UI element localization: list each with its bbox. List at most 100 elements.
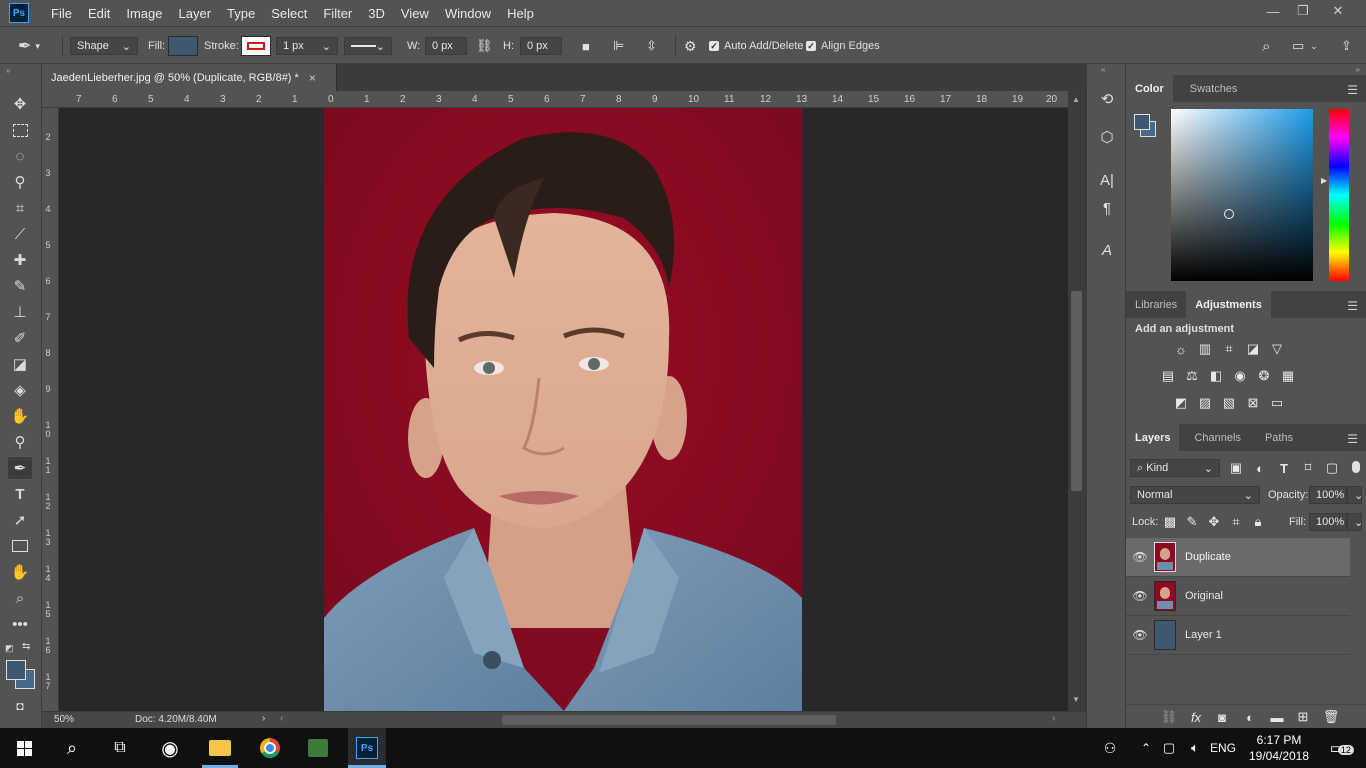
layer-name[interactable]: Layer 1 (1185, 629, 1222, 641)
tab-color[interactable]: Color (1126, 75, 1173, 102)
path-arrangement-icon[interactable]: ⇳ (646, 36, 657, 56)
fill-input[interactable]: 100% (1309, 513, 1347, 531)
fill-dropdown[interactable]: ⌄ (1347, 513, 1363, 531)
blend-mode-select[interactable]: Normal ⌄ (1130, 486, 1260, 504)
healing-brush-tool-icon[interactable]: ✚ (8, 249, 32, 271)
exposure-icon[interactable]: ◪ (1244, 341, 1262, 357)
quick-selection-tool-icon[interactable]: ⚲ (8, 171, 32, 193)
gradient-map-icon[interactable]: ▭ (1268, 395, 1286, 411)
opacity-dropdown[interactable]: ⌄ (1347, 486, 1363, 504)
collapse-icon[interactable]: « (1101, 65, 1105, 74)
tab-swatches[interactable]: Swatches (1181, 75, 1247, 102)
lock-position-icon[interactable]: ✥ (1205, 514, 1223, 530)
layer-filter-kind[interactable]: ⌕ Kind ⌄ (1130, 459, 1220, 477)
history-panel-icon[interactable]: ⟲ (1097, 89, 1117, 109)
opacity-input[interactable]: 100% (1309, 486, 1347, 504)
hue-slider-handle[interactable]: ▶ (1321, 176, 1327, 185)
brush-tool-icon[interactable]: ✎ (8, 275, 32, 297)
invert-icon[interactable]: ◩ (1172, 395, 1190, 411)
menu-image[interactable]: Image (118, 6, 170, 21)
input-language[interactable]: ENG (1208, 728, 1238, 768)
paragraph-panel-icon[interactable]: ¶ (1097, 198, 1117, 218)
lock-pixels-icon[interactable]: ✎ (1183, 514, 1201, 530)
fill-swatch[interactable] (168, 36, 198, 56)
align-edges-checkbox[interactable]: ✓ Align Edges (806, 36, 880, 56)
windows-start-icon[interactable] (8, 728, 40, 768)
zoom-tool-icon[interactable]: ⌕ (8, 587, 32, 609)
visibility-eye-icon[interactable]: 👁︎ (1126, 628, 1154, 642)
panel-menu-icon[interactable]: ☰ (1347, 299, 1358, 313)
panel-menu-icon[interactable]: ☰ (1347, 432, 1358, 446)
threshold-icon[interactable]: ▧ (1220, 395, 1238, 411)
layer-row[interactable]: 👁︎ Duplicate (1126, 538, 1350, 577)
swap-colors-icon[interactable]: ⇆ (22, 641, 30, 652)
menu-filter[interactable]: Filter (315, 6, 360, 21)
search-icon[interactable]: ⌕ (1262, 36, 1270, 56)
photo-filter-icon[interactable]: ◉ (1231, 368, 1249, 384)
task-view-icon[interactable]: ⧉ (104, 728, 136, 768)
hand-tool-icon[interactable]: ✋ (8, 561, 32, 583)
hue-saturation-icon[interactable]: ▤ (1159, 368, 1177, 384)
cortana-icon[interactable]: ◉ (154, 728, 186, 768)
filter-pixel-icon[interactable]: ▣ (1227, 460, 1245, 476)
width-input[interactable]: 0 px (425, 37, 467, 55)
3d-panel-icon[interactable]: ⬡ (1097, 127, 1117, 147)
glyphs-panel-icon[interactable]: A (1097, 240, 1117, 260)
color-balance-icon[interactable]: ⚖ (1183, 368, 1201, 384)
paint-bucket-tool-icon[interactable]: ◈ (8, 379, 32, 401)
menu-edit[interactable]: Edit (80, 6, 118, 21)
color-picker-field[interactable] (1171, 109, 1313, 281)
stroke-swatch[interactable] (241, 36, 271, 56)
show-hidden-icons[interactable]: ⌃ (1138, 728, 1154, 768)
workspace-icon[interactable]: ▭ ⌄ (1292, 36, 1318, 56)
new-group-icon[interactable]: ▬ (1268, 709, 1286, 725)
scroll-right-icon[interactable]: › (1052, 713, 1055, 724)
zoom-level[interactable]: 50% (54, 714, 74, 725)
tab-adjustments[interactable]: Adjustments (1186, 291, 1271, 318)
menu-window[interactable]: Window (437, 6, 499, 21)
marquee-tool-icon[interactable] (8, 119, 32, 141)
document-tab[interactable]: JaedenLieberher.jpg @ 50% (Duplicate, RG… (42, 64, 337, 91)
tab-layers[interactable]: Layers (1126, 424, 1180, 451)
color-fg-swatch[interactable] (1134, 114, 1150, 130)
collapse-icon[interactable]: » (1356, 65, 1360, 74)
scroll-up-icon[interactable]: ▲ (1072, 95, 1080, 104)
stroke-width-select[interactable]: 1 px ⌄ (276, 37, 338, 55)
brightness-contrast-icon[interactable]: ☼ (1172, 341, 1190, 357)
link-layers-icon[interactable]: ⛓ (1160, 709, 1178, 725)
status-menu-icon[interactable]: › (262, 713, 265, 724)
type-tool-icon[interactable]: T (8, 483, 32, 505)
stroke-type-select[interactable]: ⌄ (344, 37, 392, 55)
delete-layer-icon[interactable]: 🗑︎ (1322, 709, 1340, 725)
rectangle-tool-icon[interactable] (8, 535, 32, 557)
tab-paths[interactable]: Paths (1256, 424, 1302, 451)
hue-slider[interactable] (1329, 109, 1349, 281)
black-white-icon[interactable]: ◧ (1207, 368, 1225, 384)
new-adjustment-layer-icon[interactable]: ◐ (1241, 709, 1259, 725)
lock-all-icon[interactable]: 🔒︎ (1249, 514, 1267, 530)
lasso-tool-icon[interactable]: ◌ (8, 145, 32, 167)
layer-row[interactable]: 👁︎ Layer 1 (1126, 616, 1350, 655)
pen-tool-icon[interactable]: ✒ (8, 457, 32, 479)
menu-file[interactable]: File (43, 6, 80, 21)
vibrance-icon[interactable]: ▽ (1268, 341, 1286, 357)
clone-stamp-tool-icon[interactable]: ⊥ (8, 301, 32, 323)
restore-button[interactable]: ❐ (1285, 0, 1321, 22)
scroll-left-icon[interactable]: ‹ (280, 713, 283, 724)
scroll-down-icon[interactable]: ▼ (1072, 695, 1080, 704)
foreground-color-swatch[interactable] (6, 660, 26, 680)
layer-style-icon[interactable]: fx (1187, 709, 1205, 725)
crop-tool-icon[interactable]: ⌗ (8, 197, 32, 219)
eyedropper-tool-icon[interactable]: ⟋ (8, 223, 32, 245)
close-button[interactable]: ✕ (1320, 0, 1356, 22)
dodge-tool-icon[interactable]: ⚲ (8, 431, 32, 453)
menu-view[interactable]: View (393, 6, 437, 21)
menu-3d[interactable]: 3D (360, 6, 393, 21)
add-mask-icon[interactable]: ◙ (1213, 709, 1231, 725)
filter-shape-icon[interactable]: ⌑ (1299, 460, 1317, 476)
tab-channels[interactable]: Channels (1185, 424, 1249, 451)
media-app-icon[interactable] (300, 728, 336, 768)
history-brush-tool-icon[interactable]: ✐ (8, 327, 32, 349)
share-icon[interactable]: ⇪ (1341, 36, 1352, 56)
selective-color-icon[interactable]: ⊠ (1244, 395, 1262, 411)
